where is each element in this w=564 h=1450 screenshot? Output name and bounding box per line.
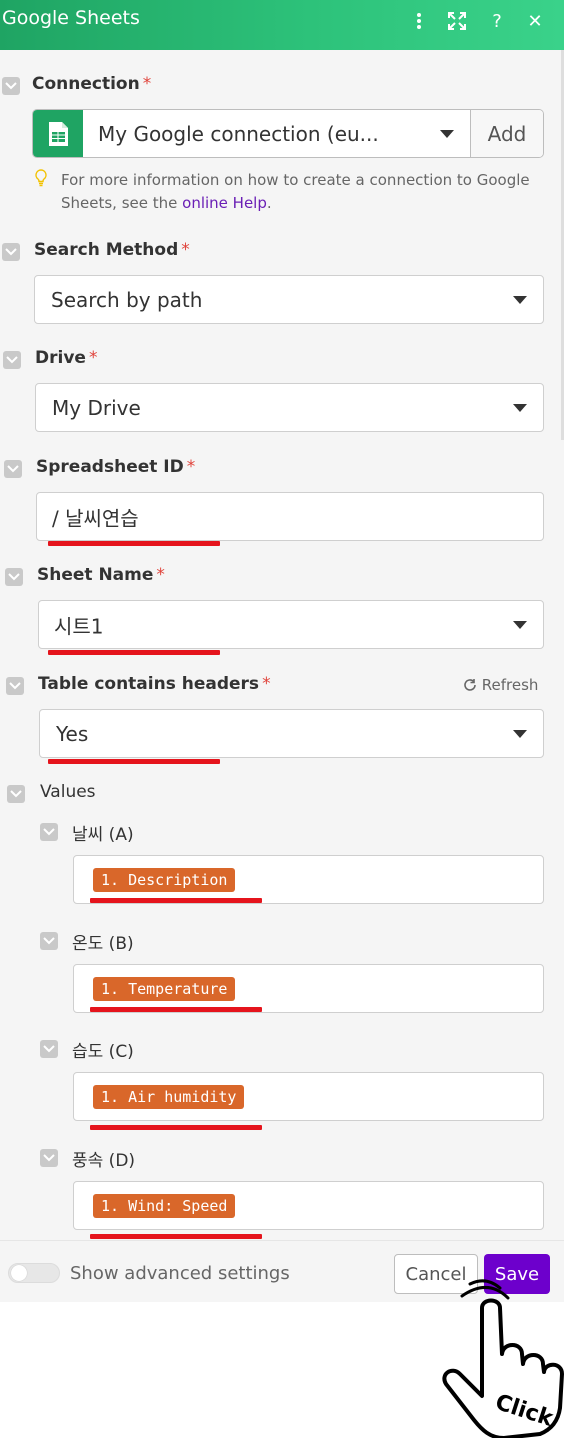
- mapped-variable-pill[interactable]: 1. Description: [93, 867, 236, 892]
- spreadsheet-id-label: Spreadsheet ID *: [36, 457, 196, 477]
- collapse-toggle-search-method[interactable]: [2, 243, 20, 261]
- expand-icon[interactable]: [444, 8, 470, 34]
- annotation-underline: [48, 759, 220, 764]
- table-headers-label: Table contains headers *: [38, 674, 271, 694]
- click-hand-icon: Click: [442, 1279, 564, 1438]
- spreadsheet-id-input[interactable]: / 날씨연습: [36, 492, 544, 541]
- mapped-variable-pill[interactable]: 1. Temperature: [93, 976, 236, 1001]
- collapse-toggle-value-a[interactable]: [40, 823, 58, 841]
- value-d-input[interactable]: 1. Wind: Speed: [73, 1181, 544, 1230]
- advanced-settings-label: Show advanced settings: [70, 1263, 290, 1284]
- module-settings-panel: Google Sheets ? ✕ Connection * My Google …: [0, 0, 564, 1302]
- chevron-down-icon: [513, 295, 527, 304]
- annotation-underline: [48, 650, 220, 655]
- value-a-label: 날씨 (A): [72, 825, 134, 845]
- collapse-toggle-table-headers[interactable]: [6, 677, 24, 695]
- sheet-name-label: Sheet Name *: [37, 565, 165, 585]
- collapse-toggle-sheet-name[interactable]: [5, 568, 23, 586]
- value-b-input[interactable]: 1. Temperature: [73, 964, 544, 1013]
- collapse-toggle-drive[interactable]: [3, 351, 21, 369]
- values-label: Values: [40, 782, 96, 802]
- drive-label: Drive *: [35, 348, 98, 368]
- connection-label: Connection *: [32, 74, 152, 94]
- add-connection-button[interactable]: Add: [470, 110, 543, 157]
- chevron-down-icon: [513, 620, 527, 629]
- connection-help-text: For more information on how to create a …: [61, 171, 530, 212]
- lightbulb-icon: [34, 169, 48, 191]
- annotation-underline: [90, 1234, 262, 1239]
- drive-select[interactable]: My Drive: [35, 383, 544, 432]
- advanced-settings-toggle[interactable]: [8, 1263, 60, 1283]
- connection-select[interactable]: My Google connection (eu... Add: [32, 109, 544, 158]
- collapse-toggle-values[interactable]: [7, 785, 25, 803]
- more-vertical-icon[interactable]: [406, 8, 432, 34]
- sheet-name-select[interactable]: 시트1: [38, 600, 544, 649]
- value-d-label: 풍속 (D): [72, 1151, 136, 1171]
- help-icon[interactable]: ?: [484, 8, 510, 34]
- chevron-down-icon: [513, 729, 527, 738]
- collapse-toggle-spreadsheet-id[interactable]: [4, 460, 22, 478]
- value-b-label: 온도 (B): [72, 934, 134, 954]
- collapse-toggle-value-c[interactable]: [40, 1040, 58, 1058]
- annotation-underline: [90, 898, 262, 903]
- annotation-underline: [90, 1007, 262, 1012]
- search-method-select[interactable]: Search by path: [34, 275, 544, 324]
- connection-selected-value: My Google connection (eu...: [98, 122, 379, 146]
- value-c-input[interactable]: 1. Air humidity: [73, 1072, 544, 1121]
- panel-title: Google Sheets: [2, 7, 140, 29]
- mapped-variable-pill[interactable]: 1. Air humidity: [93, 1084, 245, 1109]
- refresh-icon: [464, 679, 476, 691]
- collapse-toggle-value-d[interactable]: [40, 1149, 58, 1167]
- value-a-input[interactable]: 1. Description: [73, 855, 544, 904]
- table-headers-select[interactable]: Yes: [39, 709, 544, 758]
- online-help-link[interactable]: online Help: [182, 194, 267, 212]
- mapped-variable-pill[interactable]: 1. Wind: Speed: [93, 1193, 236, 1218]
- annotation-underline: [90, 1125, 262, 1130]
- search-method-label: Search Method *: [34, 240, 190, 260]
- annotation-underline: [48, 541, 220, 546]
- chevron-down-icon: [440, 129, 454, 138]
- value-c-label: 습도 (C): [72, 1042, 134, 1062]
- close-icon[interactable]: ✕: [522, 8, 548, 34]
- panel-header: Google Sheets ? ✕: [0, 0, 564, 50]
- google-sheets-icon: [33, 110, 83, 157]
- collapse-toggle-connection[interactable]: [2, 77, 20, 95]
- chevron-down-icon: [513, 403, 527, 412]
- collapse-toggle-value-b[interactable]: [40, 932, 58, 950]
- refresh-button[interactable]: Refresh: [463, 676, 538, 694]
